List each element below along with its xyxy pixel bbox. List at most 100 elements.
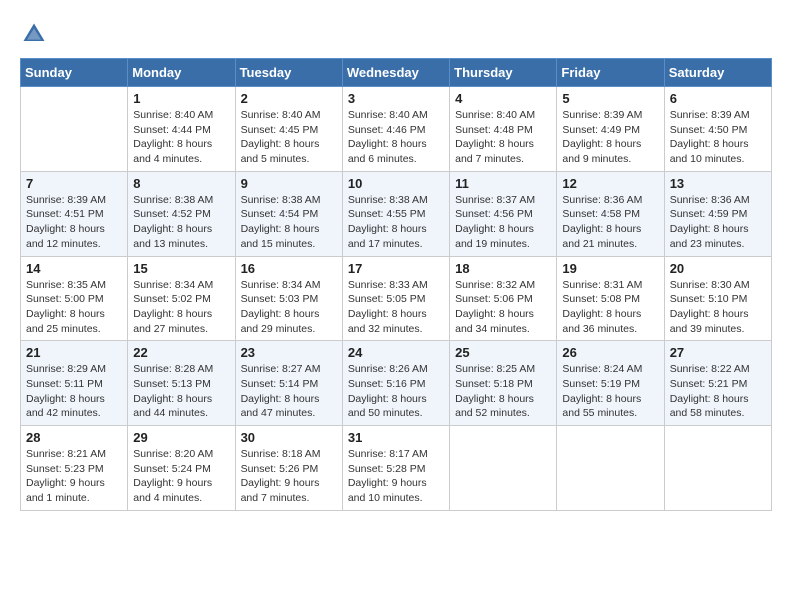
calendar-cell — [450, 426, 557, 511]
day-info-line: Sunrise: 8:30 AM — [670, 279, 750, 291]
day-info-line: and 50 minutes. — [348, 407, 423, 419]
day-number: 4 — [455, 91, 551, 106]
day-info-line: and 17 minutes. — [348, 238, 423, 250]
calendar-cell: 1Sunrise: 8:40 AMSunset: 4:44 PMDaylight… — [128, 87, 235, 172]
day-info-line: Daylight: 8 hours — [133, 223, 212, 235]
day-info-line: Sunset: 4:44 PM — [133, 124, 211, 136]
day-info-line: Sunrise: 8:40 AM — [348, 109, 428, 121]
day-number: 18 — [455, 261, 551, 276]
day-info: Sunrise: 8:25 AMSunset: 5:18 PMDaylight:… — [455, 362, 551, 421]
day-number: 27 — [670, 345, 766, 360]
calendar-cell — [21, 87, 128, 172]
day-info-line: and 27 minutes. — [133, 323, 208, 335]
day-info: Sunrise: 8:32 AMSunset: 5:06 PMDaylight:… — [455, 278, 551, 337]
day-info-line: Sunset: 5:03 PM — [241, 293, 319, 305]
day-number: 29 — [133, 430, 229, 445]
calendar-cell: 18 Sunrise: 8:32 AMSunset: 5:06 PMDayligh… — [450, 256, 557, 341]
day-info-line: and 36 minutes. — [562, 323, 637, 335]
day-info-line: Sunrise: 8:40 AM — [455, 109, 535, 121]
day-info-line: Sunset: 5:13 PM — [133, 378, 211, 390]
day-info-line: Daylight: 8 hours — [26, 393, 105, 405]
calendar-cell: 2Sunrise: 8:40 AMSunset: 4:45 PMDaylight… — [235, 87, 342, 172]
day-info: Sunrise: 8:20 AMSunset: 5:24 PMDaylight:… — [133, 447, 229, 506]
calendar-cell: 4 Sunrise: 8:40 AM Sunset: 4:48 PM Daylight… — [450, 87, 557, 172]
day-info-line: Daylight: 8 hours — [241, 308, 320, 320]
day-info-line: and 4 minutes. — [133, 153, 202, 165]
day-number: 17 — [348, 261, 444, 276]
day-info-line: Daylight: 8 hours — [562, 308, 641, 320]
calendar-cell: 12Sunrise: 8:36 AMSunset: 4:58 PMDayligh… — [557, 171, 664, 256]
day-info-line: Sunrise: 8:37 AM — [455, 194, 535, 206]
day-info-line: and 39 minutes. — [670, 323, 745, 335]
day-info-line: Sunrise: 8:36 AM — [562, 194, 642, 206]
day-info-line: Sunrise: 8:35 AM — [26, 279, 106, 291]
day-info-line: Sunrise: 8:40 AM — [241, 109, 321, 121]
calendar-cell: 27Sunrise: 8:22 AMSunset: 5:21 PMDayligh… — [664, 341, 771, 426]
calendar-cell: 16Sunrise: 8:34 AMSunset: 5:03 PMDayligh… — [235, 256, 342, 341]
day-info-line: and 23 minutes. — [670, 238, 745, 250]
day-info-line: Daylight: 8 hours — [455, 138, 534, 150]
day-info-line: Daylight: 8 hours — [455, 223, 534, 235]
day-info-line: Sunset: 4:50 PM — [670, 124, 748, 136]
day-info-line: and 21 minutes. — [562, 238, 637, 250]
day-info: Sunrise: 8:36 AMSunset: 4:59 PMDaylight:… — [670, 193, 766, 252]
header-wednesday: Wednesday — [342, 59, 449, 87]
calendar-cell: 24Sunrise: 8:26 AMSunset: 5:16 PMDayligh… — [342, 341, 449, 426]
day-info: Sunrise: 8:28 AMSunset: 5:13 PMDaylight:… — [133, 362, 229, 421]
day-info-line: Sunset: 5:00 PM — [26, 293, 104, 305]
day-info-line: and 7 minutes. — [455, 153, 524, 165]
calendar-cell: 22 Sunrise: 8:28 AMSunset: 5:13 PMDayligh… — [128, 341, 235, 426]
day-info-line: and 44 minutes. — [133, 407, 208, 419]
day-info-line: and 29 minutes. — [241, 323, 316, 335]
day-number: 23 — [241, 345, 337, 360]
day-info-line: Sunrise: 8:34 AM — [133, 279, 213, 291]
day-info-line: Daylight: 8 hours — [241, 223, 320, 235]
day-info-line: Daylight: 8 hours — [562, 138, 641, 150]
day-number: 24 — [348, 345, 444, 360]
day-info-line: and 42 minutes. — [26, 407, 101, 419]
page-header — [20, 20, 772, 48]
calendar-cell: 3Sunrise: 8:40 AMSunset: 4:46 PMDaylight… — [342, 87, 449, 172]
day-info-line: Sunset: 4:58 PM — [562, 208, 640, 220]
calendar-cell: 14Sunrise: 8:35 AMSunset: 5:00 PMDayligh… — [21, 256, 128, 341]
day-info: Sunrise: 8:40 AM Sunset: 4:48 PM Daylight:… — [455, 108, 551, 167]
day-info-line: Sunset: 5:06 PM — [455, 293, 533, 305]
calendar-cell: 10Sunrise: 8:38 AMSunset: 4:55 PMDayligh… — [342, 171, 449, 256]
day-info: Sunrise: 8:29 AMSunset: 5:11 PMDaylight:… — [26, 362, 122, 421]
day-info-line: Daylight: 8 hours — [133, 308, 212, 320]
day-info-line: Daylight: 8 hours — [26, 223, 105, 235]
day-info-line: Daylight: 8 hours — [455, 308, 534, 320]
day-info-line: and 1 minute. — [26, 492, 90, 504]
header-friday: Friday — [557, 59, 664, 87]
week-row-4: 21 Sunrise: 8:29 AMSunset: 5:11 PMDayligh… — [21, 341, 772, 426]
day-info-line: Sunset: 4:56 PM — [455, 208, 533, 220]
logo — [20, 20, 50, 48]
day-info-line: Sunset: 4:49 PM — [562, 124, 640, 136]
day-info-line: Sunset: 5:02 PM — [133, 293, 211, 305]
day-info-line: Sunrise: 8:39 AM — [670, 109, 750, 121]
day-info-line: Sunset: 4:48 PM — [455, 124, 533, 136]
day-info-line: Sunrise: 8:39 AM — [562, 109, 642, 121]
day-info: Sunrise: 8:24 AMSunset: 5:19 PMDaylight:… — [562, 362, 658, 421]
logo-icon — [20, 20, 48, 48]
day-number: 30 — [241, 430, 337, 445]
day-number: 21 — [26, 345, 122, 360]
header-tuesday: Tuesday — [235, 59, 342, 87]
header-saturday: Saturday — [664, 59, 771, 87]
day-info: Sunrise: 8:36 AMSunset: 4:58 PMDaylight:… — [562, 193, 658, 252]
day-number: 19 — [562, 261, 658, 276]
calendar-cell: 26Sunrise: 8:24 AMSunset: 5:19 PMDayligh… — [557, 341, 664, 426]
day-number: 9 — [241, 176, 337, 191]
day-info-line: Sunrise: 8:40 AM — [133, 109, 213, 121]
day-info-line: Sunrise: 8:20 AM — [133, 448, 213, 460]
day-info: Sunrise: 8:34 AMSunset: 5:03 PMDaylight:… — [241, 278, 337, 337]
day-number: 6 — [670, 91, 766, 106]
week-row-1: 1Sunrise: 8:40 AMSunset: 4:44 PMDaylight… — [21, 87, 772, 172]
day-info-line: Sunrise: 8:26 AM — [348, 363, 428, 375]
calendar-cell — [664, 426, 771, 511]
day-info-line: and 5 minutes. — [241, 153, 310, 165]
day-info: Sunrise: 8:38 AMSunset: 4:54 PMDaylight:… — [241, 193, 337, 252]
day-number: 22 — [133, 345, 229, 360]
calendar-cell — [557, 426, 664, 511]
day-info-line: Sunset: 5:21 PM — [670, 378, 748, 390]
